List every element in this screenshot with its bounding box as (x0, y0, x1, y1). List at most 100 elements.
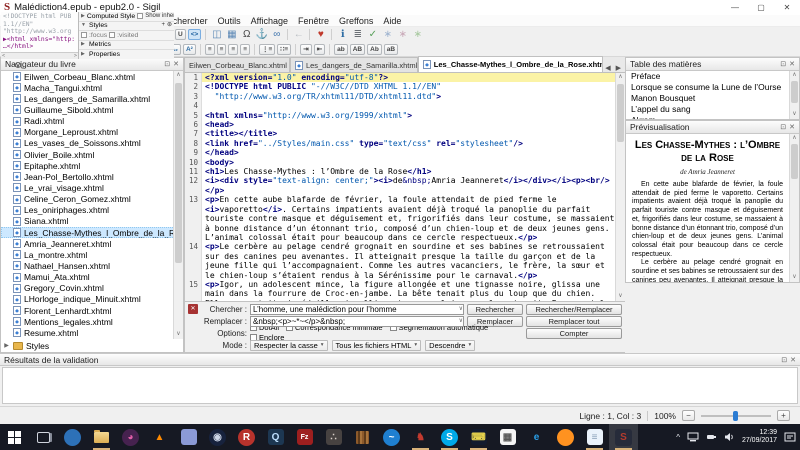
file-item[interactable]: Siana.xhtml (1, 216, 183, 227)
donate-heart-icon[interactable]: ♥ (313, 28, 328, 41)
code-line[interactable]: 4 (185, 101, 615, 110)
show-inherited-checkbox[interactable] (137, 13, 143, 19)
code-line[interactable]: 12<i><div style="text-align: center;"><i… (185, 176, 615, 195)
editor-tab[interactable]: Les_Chasse-Mythes_l_Ombre_de_la_Rose.xht… (418, 56, 603, 72)
panel-float-icon[interactable]: ⊡ (164, 60, 170, 68)
notepad-icon[interactable]: ≡ (580, 424, 609, 450)
styles-row[interactable]: ▼ Styles +⊛ (79, 22, 174, 32)
plugin-icon[interactable]: ∗ (410, 28, 425, 41)
zoom-slider-thumb[interactable] (733, 411, 738, 421)
file-item[interactable]: Mentions_legales.xhtml (1, 316, 183, 327)
metadata-icon[interactable]: ℹ (335, 28, 350, 41)
code-line[interactable]: 8<link href="../Styles/main.css" type="t… (185, 139, 615, 148)
panel-close-icon[interactable]: ✕ (173, 60, 179, 68)
scroll-down-icon[interactable]: ∨ (616, 292, 625, 301)
file-item[interactable]: Amria_Jeanneret.xhtml (1, 238, 183, 249)
style-options-icon[interactable]: ⊛ (167, 22, 172, 31)
uppercase-button[interactable]: AB (350, 44, 365, 55)
volume-icon[interactable] (724, 432, 735, 442)
file-item[interactable]: La_montre.xhtml (1, 249, 183, 260)
menu-affichage[interactable]: Affichage (246, 15, 293, 27)
add-style-icon[interactable]: + (161, 22, 165, 31)
file-item[interactable]: Le_vrai_visage.xhtml (1, 182, 183, 193)
code-line[interactable]: 5<html xmlns="http://www.w3.org/1999/xht… (185, 111, 615, 120)
file-item[interactable]: Celine_Ceron_Gomez.xhtml (1, 194, 183, 205)
scroll-left-icon[interactable]: < (2, 53, 5, 59)
editor-tab[interactable]: Les_dangers_de_Samarilla.xhtml✕ (290, 57, 418, 72)
sigil-taskbar-icon[interactable]: S (609, 424, 638, 450)
editor-tab[interactable]: Eilwen_Corbeau_Blanc.xhtml✕ (184, 57, 290, 72)
replace-dropdown-icon[interactable]: ∨ (459, 316, 463, 327)
toc-item[interactable]: Préface (626, 71, 789, 82)
scroll-down-icon[interactable]: ∨ (790, 110, 799, 119)
close-icon[interactable]: ✕ (774, 0, 800, 15)
align-justify-icon[interactable]: ≡ (240, 44, 250, 55)
file-item[interactable]: Les_Chasse-Mythes_l_Ombre_de_la_Ros... (1, 227, 183, 238)
split-section-icon[interactable]: ◫ (209, 28, 224, 41)
menu-greffons[interactable]: Greffons (334, 15, 378, 27)
scroll-up-icon[interactable]: ∧ (790, 71, 799, 80)
file-item[interactable]: Les_oniriphages.xhtml (1, 205, 183, 216)
file-item[interactable]: Les_dangers_de_Samarilla.xhtml (1, 93, 183, 104)
code-line[interactable]: 14<p>Le cerbère au pelage cendré grognai… (185, 242, 615, 280)
align-right-icon[interactable]: ≡ (228, 44, 238, 55)
file-item[interactable]: Jean-Pol_Bertollo.xhtml (1, 171, 183, 182)
scroll-down-icon[interactable]: ∨ (174, 330, 183, 339)
code-line[interactable]: 13<p>En cette aube blafarde de février, … (185, 195, 615, 242)
code-line[interactable]: 1<?xml version="1.0" encoding="utf-8"?> (185, 73, 615, 82)
toc-scrollbar[interactable]: ∧ ∨ (789, 71, 799, 119)
photos-app-icon[interactable]: ◕ (116, 424, 145, 450)
inspect-magnifier-icon[interactable] (15, 62, 21, 68)
red-game-icon[interactable]: R (232, 424, 261, 450)
preview-scrollbar[interactable]: ∧ ∨ (789, 134, 799, 282)
wave-app-icon[interactable]: ~ (377, 424, 406, 450)
file-item[interactable]: Epitaphe.xhtml (1, 160, 183, 171)
unordered-list-icon[interactable]: ∷≡ (277, 44, 291, 55)
code-line[interactable]: 9</head> (185, 148, 615, 157)
panel-float-icon[interactable]: ⊡ (780, 60, 786, 68)
skype-icon[interactable]: S (435, 424, 464, 450)
keyboard-app-icon[interactable]: ⌨ (464, 424, 493, 450)
find-button[interactable]: Rechercher (467, 304, 523, 315)
dragon-app-icon[interactable]: ♞ (406, 424, 435, 450)
insert-image-icon[interactable]: ▦ (224, 28, 239, 41)
ordered-list-icon[interactable]: ⋮≡ (259, 44, 275, 55)
panel-float-icon[interactable]: ⊡ (780, 123, 786, 131)
indent-decrease-icon[interactable]: ⇤ (314, 44, 325, 55)
panel-close-icon[interactable]: ✕ (790, 356, 796, 364)
book-view-button[interactable]: U (175, 29, 186, 40)
special-character-icon[interactable]: Ω (239, 28, 254, 41)
gimp-icon[interactable]: ∴ (319, 424, 348, 450)
code-line[interactable]: 3 "http://www.w3.org/TR/xhtml11/DTD/xhtm… (185, 92, 615, 101)
tab-next-icon[interactable]: ▶ (614, 64, 623, 72)
find-input[interactable] (250, 304, 464, 315)
task-view-button[interactable] (29, 424, 58, 450)
mode-dropdown[interactable]: Tous les fichiers HTML▾ (332, 340, 422, 351)
discord-icon[interactable] (174, 424, 203, 450)
scroll-down-icon[interactable]: ∨ (790, 273, 799, 282)
superscript-button[interactable]: A² (183, 44, 196, 55)
indent-increase-icon[interactable]: ⇥ (300, 44, 311, 55)
network-icon[interactable] (687, 432, 699, 442)
inspector-hscrollbar[interactable]: < > (1, 52, 78, 59)
menu-fenêtre[interactable]: Fenêtre (293, 15, 334, 27)
start-button[interactable] (0, 424, 29, 450)
file-item[interactable]: Gregory_Covin.xhtml (1, 283, 183, 294)
menu-outils[interactable]: Outils (213, 15, 246, 27)
zoom-slider[interactable] (701, 415, 771, 417)
code-line[interactable]: 15<p>Igor, un adolescent mince, la figur… (185, 280, 615, 301)
vlc-icon[interactable]: ▲ (145, 424, 174, 450)
file-item[interactable]: Nathael_Hansen.xhtml (1, 260, 183, 271)
align-left-icon[interactable]: ≡ (205, 44, 215, 55)
plugin-icon[interactable]: ∗ (395, 28, 410, 41)
find-dropdown-icon[interactable]: ∨ (459, 304, 463, 315)
scroll-up-icon[interactable]: ∧ (174, 71, 183, 80)
align-center-icon[interactable]: ≡ (217, 44, 227, 55)
toc-item[interactable]: Lorsque se consume la Lune de l’Ourse (626, 82, 789, 93)
restore-icon[interactable]: ▢ (748, 0, 774, 15)
tab-prev-icon[interactable]: ◀ (603, 64, 612, 72)
panel-close-icon[interactable]: ✕ (789, 123, 795, 131)
file-item[interactable]: Mamui_Ata.xhtml (1, 272, 183, 283)
calculator-icon[interactable]: ▦ (493, 424, 522, 450)
firefox-icon[interactable] (551, 424, 580, 450)
